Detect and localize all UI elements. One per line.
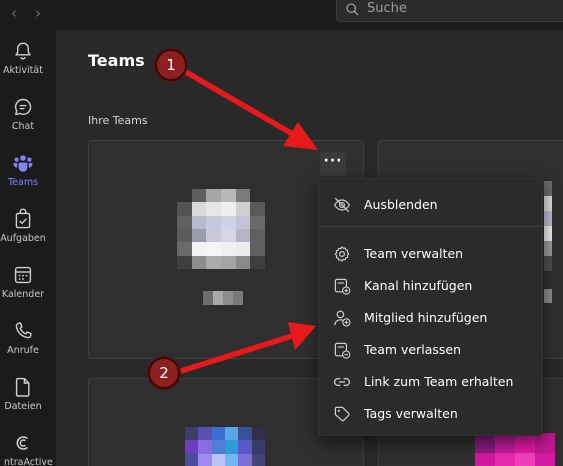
bell-icon — [15, 42, 31, 60]
menu-item-team-verlassen[interactable]: Team verlassen — [319, 333, 542, 365]
team-avatar — [544, 181, 552, 271]
team-context-menu: Ausblenden Team verwalten Kanal hinzufüg… — [318, 178, 543, 436]
menu-item-label: Tags verwalten — [364, 406, 458, 421]
rail-item-teams[interactable]: Teams — [0, 152, 46, 204]
phone-icon — [15, 322, 32, 339]
page-title: Teams — [88, 51, 145, 70]
eye-off-icon — [333, 197, 351, 213]
teams-icon — [13, 155, 33, 172]
menu-item-label: Ausblenden — [364, 197, 438, 212]
add-channel-icon — [334, 278, 351, 295]
app-icon — [16, 436, 28, 450]
rail-label: Kalender — [1, 289, 45, 300]
search-icon — [346, 3, 359, 16]
menu-item-mitglied-hinzufuegen[interactable]: Mitglied hinzufügen — [319, 301, 542, 333]
menu-divider — [319, 226, 542, 227]
rail-item-chat[interactable]: Chat — [0, 96, 46, 148]
teams-app-window: ‹ › Aktivität Chat — [0, 0, 563, 466]
title-bar: ‹ › — [0, 0, 563, 30]
menu-item-label: Team verlassen — [364, 342, 462, 357]
menu-item-label: Team verwalten — [364, 246, 464, 261]
tag-icon — [334, 406, 350, 422]
team-avatar — [475, 433, 555, 466]
add-person-icon — [334, 310, 351, 327]
team-name-blurred — [203, 291, 243, 305]
rail-label: Chat — [11, 121, 35, 132]
menu-item-tags-verwalten[interactable]: Tags verwalten — [319, 397, 542, 429]
gear-icon — [334, 246, 350, 262]
rail-label: Anrufe — [7, 345, 39, 356]
rail-item-dateien[interactable]: Dateien — [0, 376, 46, 428]
menu-item-link-erhalten[interactable]: Link zum Team erhalten — [319, 365, 542, 397]
callout-step-1: 1 — [155, 49, 187, 81]
file-icon — [15, 377, 30, 397]
menu-item-kanal-hinzufuegen[interactable]: Kanal hinzufügen — [319, 269, 542, 301]
team-avatar — [177, 189, 265, 269]
app-rail: Aktivität Chat Teams Aufgaben Kalender A… — [0, 30, 65, 466]
menu-item-label: Kanal hinzufügen — [364, 278, 473, 293]
callout-step-2: 2 — [148, 357, 180, 389]
tasks-icon — [15, 208, 31, 229]
rail-item-aktivitaet[interactable]: Aktivität — [0, 40, 46, 92]
chat-icon — [14, 98, 32, 116]
rail-label: ntraActive ... — [4, 457, 65, 466]
search-box[interactable] — [336, 0, 563, 22]
forward-arrow-icon[interactable]: › — [30, 4, 46, 22]
rail-label: Teams — [7, 177, 39, 188]
menu-item-ausblenden[interactable]: Ausblenden — [319, 188, 542, 220]
menu-item-team-verwalten[interactable]: Team verwalten — [319, 237, 542, 269]
rail-label: Aufgaben — [0, 233, 46, 244]
leave-team-icon — [334, 342, 351, 359]
rail-label: Aktivität — [3, 65, 43, 76]
more-options-button[interactable]: ··· — [320, 152, 346, 176]
menu-item-label: Link zum Team erhalten — [364, 374, 514, 389]
back-arrow-icon[interactable]: ‹ — [6, 4, 22, 22]
rail-item-anrufe[interactable]: Anrufe — [0, 320, 46, 372]
menu-item-label: Mitglied hinzufügen — [364, 310, 488, 325]
team-name-blurred — [544, 289, 552, 303]
rail-label: Dateien — [4, 401, 42, 412]
search-input[interactable] — [367, 0, 547, 17]
link-icon — [334, 377, 350, 387]
team-avatar — [185, 427, 265, 466]
calendar-icon — [14, 266, 32, 284]
section-label: Ihre Teams — [88, 114, 148, 127]
rail-item-app[interactable]: ntraActive ... — [0, 432, 65, 466]
rail-item-aufgaben[interactable]: Aufgaben — [0, 208, 46, 260]
rail-item-kalender[interactable]: Kalender — [0, 264, 46, 316]
